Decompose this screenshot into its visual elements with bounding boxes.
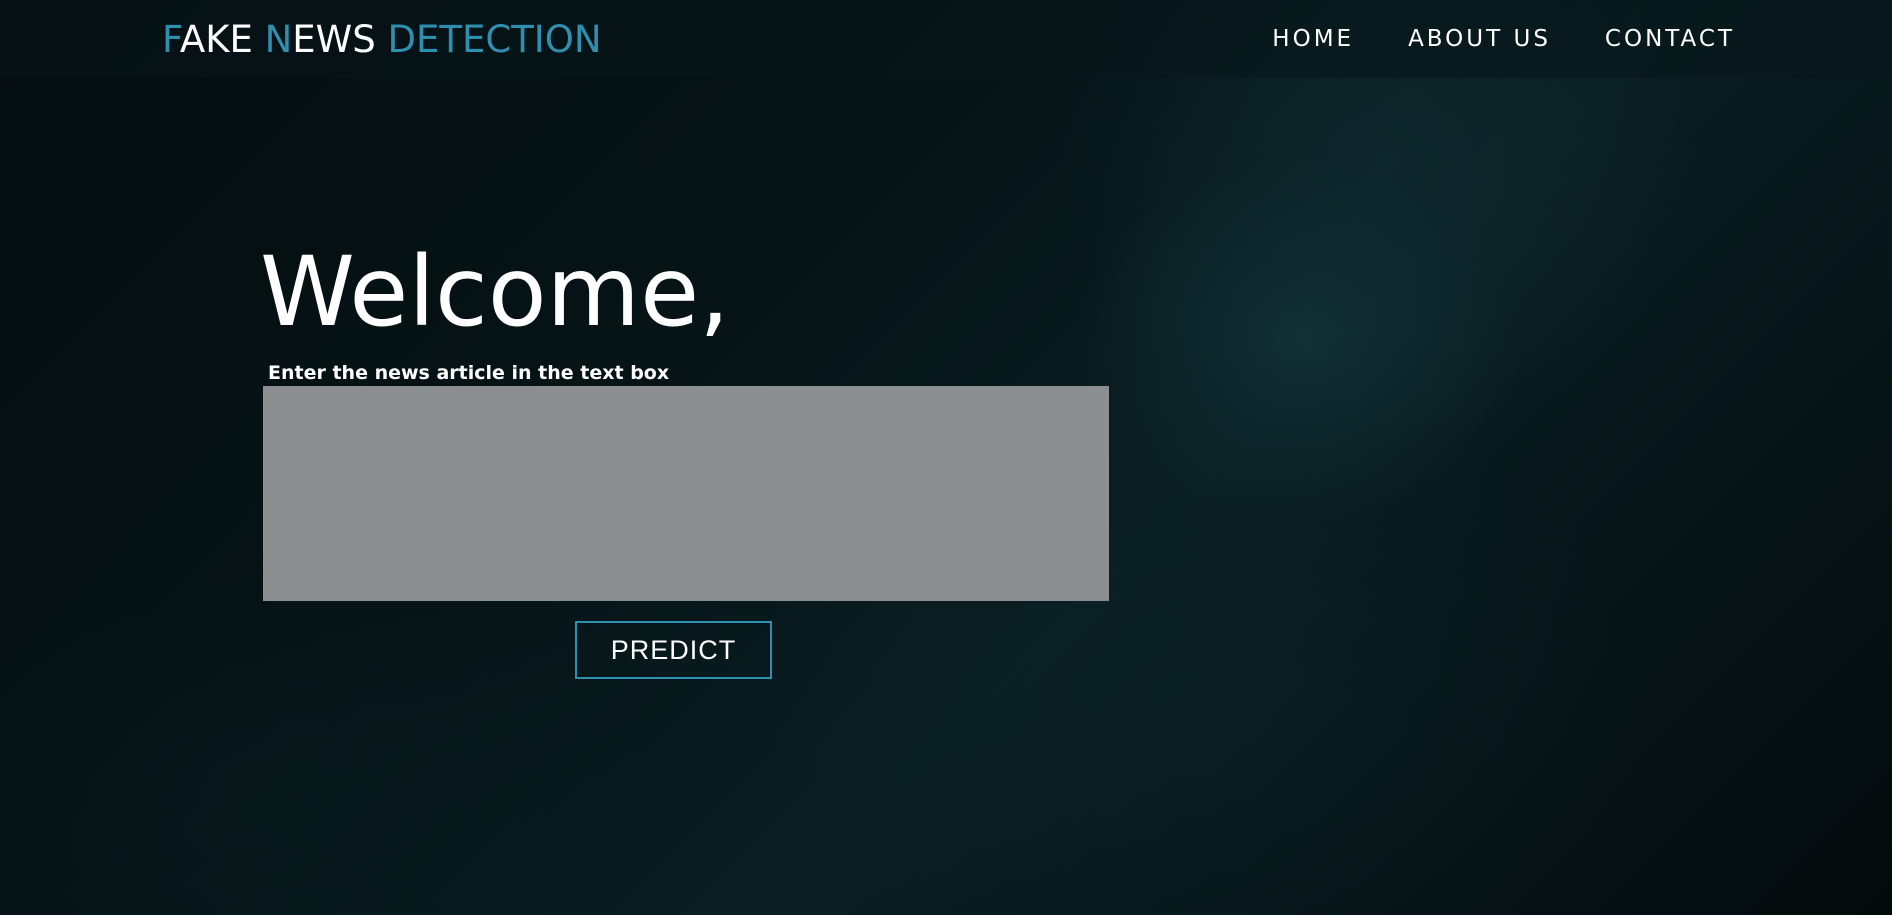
nav-contact-link[interactable]: CONTACT	[1605, 24, 1735, 54]
news-article-textbox[interactable]	[263, 386, 1109, 601]
nav-about-us-link[interactable]: ABOUT US	[1408, 24, 1551, 54]
brand-word-news: EWS	[292, 18, 388, 61]
article-prompt-label: Enter the news article in the text box	[268, 362, 670, 384]
predict-button[interactable]: PREDICT	[575, 621, 772, 679]
brand-word-fake: AKE	[179, 18, 265, 61]
nav-menu: HOME ABOUT US CONTACT	[1272, 24, 1735, 54]
nav-home-link[interactable]: HOME	[1272, 24, 1354, 54]
welcome-heading: Welcome,	[260, 236, 730, 348]
brand-word-detection: DETECTION	[387, 18, 602, 61]
brand-letter-f: F	[162, 18, 180, 61]
top-navbar: FAKE NEWS DETECTION HOME ABOUT US CONTAC…	[0, 0, 1892, 78]
site-brand[interactable]: FAKE NEWS DETECTION	[162, 18, 602, 62]
brand-letter-n: N	[264, 18, 293, 61]
